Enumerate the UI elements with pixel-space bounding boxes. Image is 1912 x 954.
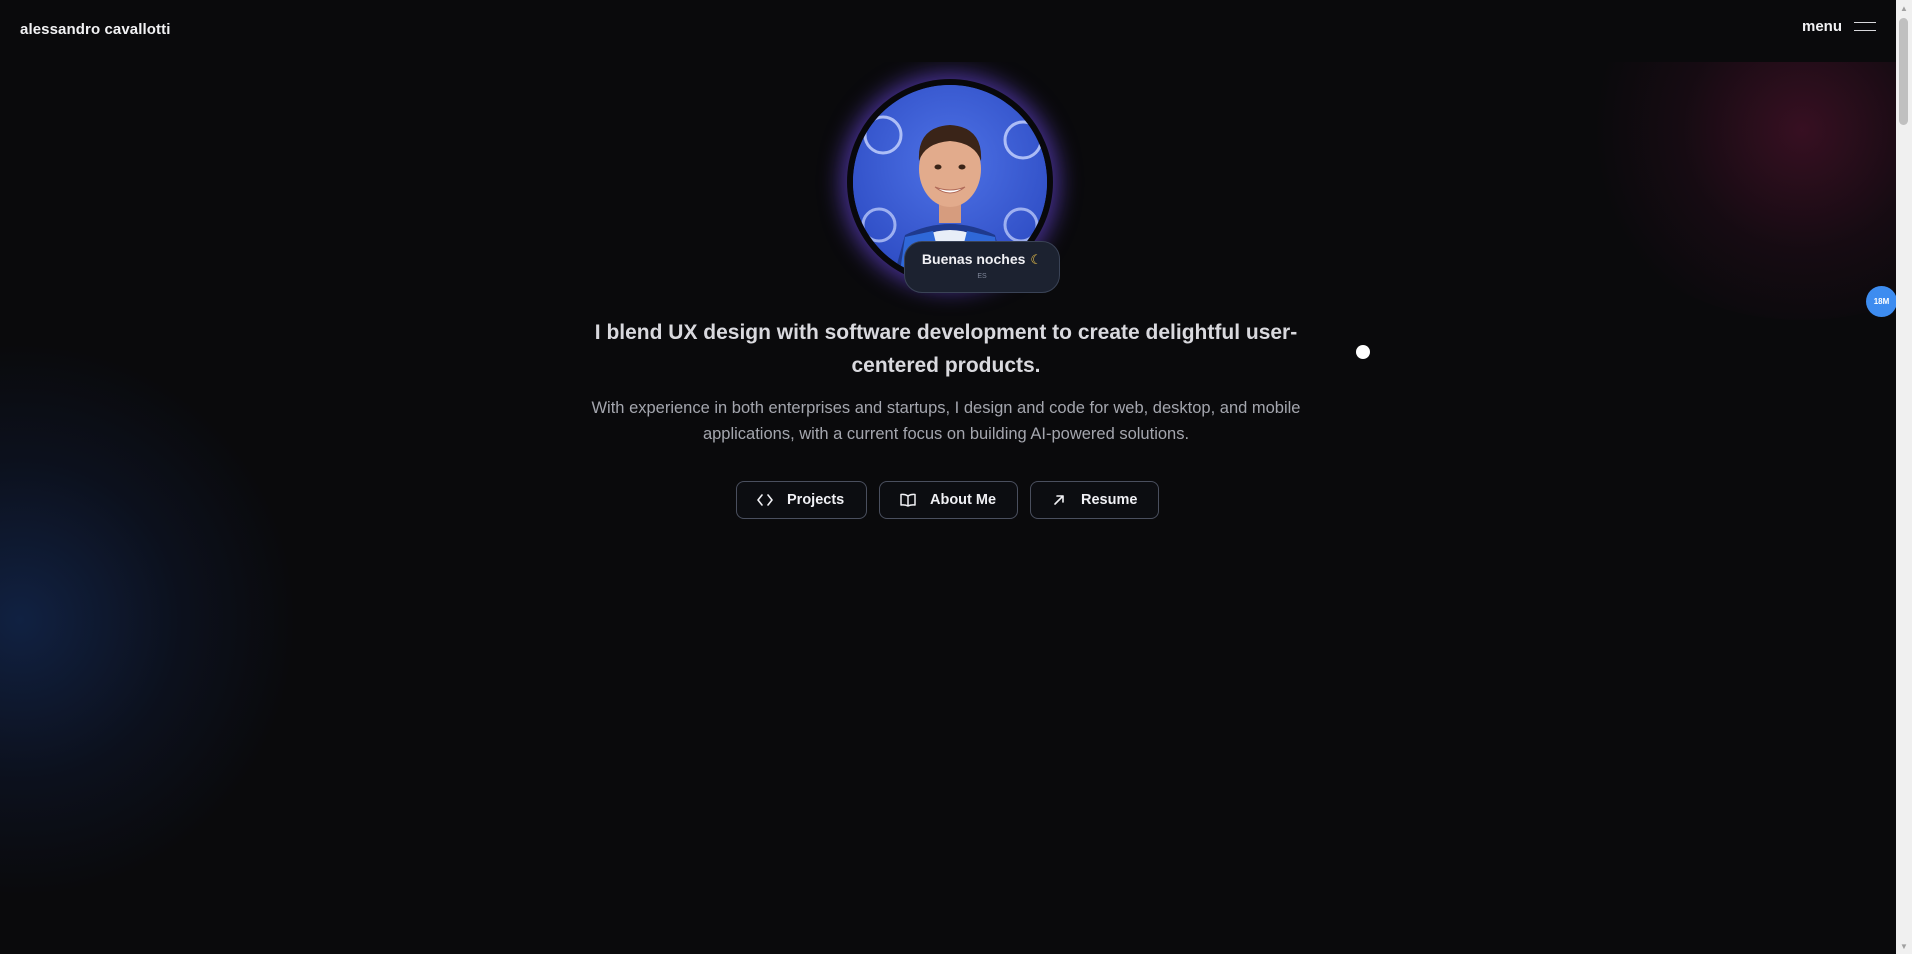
greeting-badge: Buenas noches ☾ ES: [904, 241, 1060, 293]
side-badge[interactable]: 18M: [1866, 286, 1897, 317]
cta-button-group: Projects About Me Resume: [736, 481, 1159, 519]
cursor-dot: [1356, 345, 1370, 359]
greeting-label: Buenas noches: [921, 251, 1026, 267]
resume-button[interactable]: Resume: [1030, 481, 1159, 519]
arrow-up-right-icon: [1051, 492, 1067, 508]
book-icon: [900, 492, 916, 508]
menu-button[interactable]: menu: [1802, 18, 1878, 35]
about-me-button[interactable]: About Me: [879, 481, 1018, 519]
hamburger-icon: [1854, 21, 1878, 33]
greeting-language: ES: [977, 273, 987, 280]
hero-subtext: With experience in both enterprises and …: [591, 399, 1301, 443]
about-me-button-label: About Me: [930, 492, 997, 508]
scrollbar[interactable]: ▲ ▼: [1896, 0, 1912, 954]
brand-logo-link[interactable]: alessandro cavallotti: [20, 21, 171, 38]
top-bar: alessandro cavallotti menu: [0, 0, 1896, 62]
code-icon: [757, 492, 773, 508]
scroll-down-arrow-icon[interactable]: ▼: [1896, 938, 1912, 954]
resume-button-label: Resume: [1081, 492, 1138, 508]
page: alessandro cavallotti menu Buenas noches…: [0, 0, 1912, 954]
scroll-up-arrow-icon[interactable]: ▲: [1896, 0, 1912, 16]
moon-icon: ☾: [1030, 252, 1043, 267]
hero-headline: I blend UX design with software developm…: [594, 321, 1298, 377]
greeting-text-row: Buenas noches ☾: [905, 251, 1059, 268]
projects-button[interactable]: Projects: [736, 481, 867, 519]
background-glow-blue: [0, 340, 300, 900]
menu-label: menu: [1801, 18, 1842, 35]
scrollbar-thumb[interactable]: [1899, 18, 1908, 125]
projects-button-label: Projects: [787, 492, 845, 508]
